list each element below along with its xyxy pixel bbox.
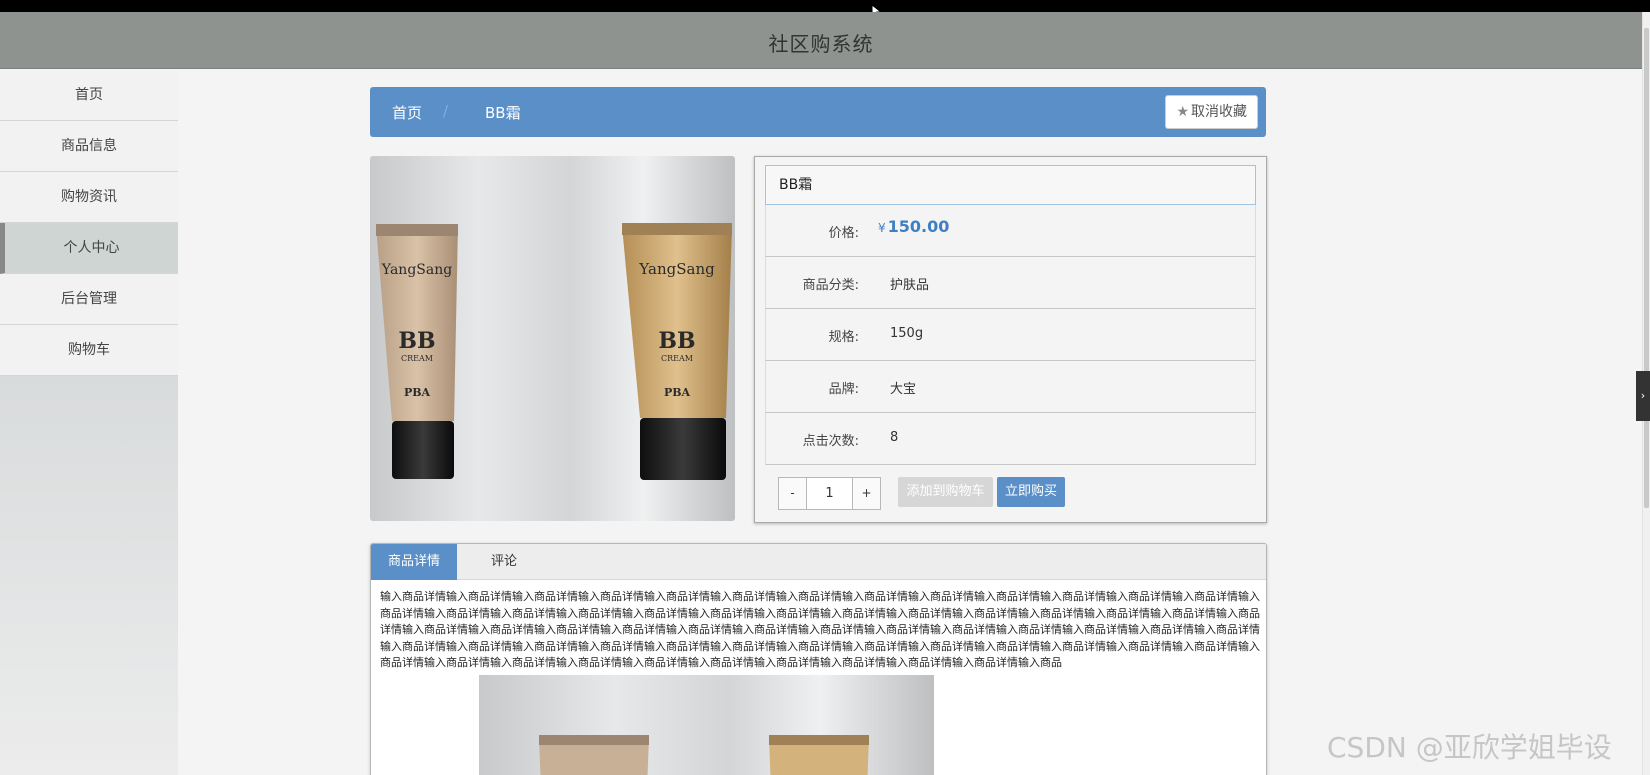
breadcrumb: 首页 / BB霜 ★ 取消收藏 bbox=[370, 87, 1266, 137]
scrollbar-thumb[interactable] bbox=[1644, 28, 1649, 508]
tube-a-brand: YangSang bbox=[381, 262, 452, 278]
tube-a-cream: CREAM bbox=[401, 354, 433, 363]
spec-row: 规格: 150g bbox=[765, 309, 1256, 361]
spec-value: 150g bbox=[890, 326, 924, 341]
sidebar-item-admin[interactable]: 后台管理 bbox=[0, 274, 178, 325]
star-icon: ★ bbox=[1176, 104, 1189, 120]
tube-b-brand: YangSang bbox=[638, 260, 715, 278]
price-label: 价格: bbox=[828, 226, 859, 241]
sidebar-item-home[interactable]: 首页 bbox=[0, 70, 178, 121]
tube-b-cream: CREAM bbox=[661, 354, 693, 363]
description-image bbox=[479, 675, 934, 775]
sidebar-item-news[interactable]: 购物资讯 bbox=[0, 172, 178, 223]
detail-tabs: 商品详情 评论 bbox=[371, 544, 1266, 580]
tab-product-details[interactable]: 商品详情 bbox=[371, 544, 457, 580]
price-value: ¥150.00 bbox=[878, 217, 950, 236]
sidebar: 首页 商品信息 购物资讯 个人中心 后台管理 购物车 bbox=[0, 70, 178, 775]
tube-a-pba: PBA bbox=[404, 386, 431, 399]
price-row: 价格: ¥150.00 bbox=[765, 205, 1256, 257]
product-info-panel: BB霜 价格: ¥150.00 商品分类: 护肤品 规格: 150g 品牌: 大… bbox=[754, 156, 1267, 523]
clicks-value: 8 bbox=[890, 430, 899, 445]
category-label: 商品分类: bbox=[802, 278, 859, 293]
quantity-input[interactable]: 1 bbox=[807, 478, 852, 509]
category-value: 护肤品 bbox=[890, 278, 930, 293]
tube-b-pba: PBA bbox=[664, 386, 691, 399]
product-description: 输入商品详情输入商品详情输入商品详情输入商品详情输入商品详情输入商品详情输入商品… bbox=[380, 590, 1260, 669]
side-expand-tab[interactable]: › bbox=[1636, 371, 1650, 421]
brand-label: 品牌: bbox=[828, 382, 859, 397]
tube-b-bb: BB bbox=[658, 328, 695, 354]
spec-label: 规格: bbox=[828, 330, 859, 345]
sidebar-item-products[interactable]: 商品信息 bbox=[0, 121, 178, 172]
product-image: YangSang BB CREAM PBA YangSang BB CREAM … bbox=[370, 156, 735, 521]
clicks-row: 点击次数: 8 bbox=[765, 413, 1256, 465]
product-detail-panel: 商品详情 评论 输入商品详情输入商品详情输入商品详情输入商品详情输入商品详情输入… bbox=[370, 543, 1267, 775]
tube-a-bb: BB bbox=[398, 328, 435, 354]
increase-quantity-button[interactable]: + bbox=[852, 478, 880, 509]
top-black-strip bbox=[0, 0, 1650, 12]
watermark: CSDN @亚欣学姐毕设 bbox=[1327, 731, 1612, 764]
breadcrumb-home-link[interactable]: 首页 bbox=[392, 102, 422, 123]
clicks-label: 点击次数: bbox=[802, 434, 859, 449]
app-title: 社区购系统 bbox=[768, 32, 874, 56]
description-photo-illustration bbox=[539, 735, 869, 775]
tab-comments[interactable]: 评论 bbox=[457, 544, 551, 580]
product-name: BB霜 bbox=[765, 165, 1256, 205]
add-to-cart-button[interactable]: 添加到购物车 bbox=[898, 477, 993, 507]
brand-row: 品牌: 大宝 bbox=[765, 361, 1256, 413]
product-photo-illustration: YangSang BB CREAM PBA YangSang BB CREAM … bbox=[376, 223, 732, 480]
cancel-favorite-button[interactable]: ★ 取消收藏 bbox=[1165, 95, 1258, 129]
quantity-stepper: - 1 + bbox=[778, 477, 881, 510]
main-content: 首页 / BB霜 ★ 取消收藏 YangSang BB CREAM PBA Ya… bbox=[178, 70, 1642, 775]
app-header: 社区购系统 bbox=[0, 12, 1642, 69]
cancel-favorite-label: 取消收藏 bbox=[1191, 104, 1247, 120]
sidebar-item-cart[interactable]: 购物车 bbox=[0, 325, 178, 376]
decrease-quantity-button[interactable]: - bbox=[779, 478, 807, 509]
sidebar-item-personal-center[interactable]: 个人中心 bbox=[0, 223, 178, 274]
category-row: 商品分类: 护肤品 bbox=[765, 257, 1256, 309]
breadcrumb-separator: / bbox=[443, 102, 449, 120]
breadcrumb-current: BB霜 bbox=[485, 104, 521, 122]
buy-now-button[interactable]: 立即购买 bbox=[997, 477, 1065, 507]
brand-value: 大宝 bbox=[890, 382, 917, 397]
